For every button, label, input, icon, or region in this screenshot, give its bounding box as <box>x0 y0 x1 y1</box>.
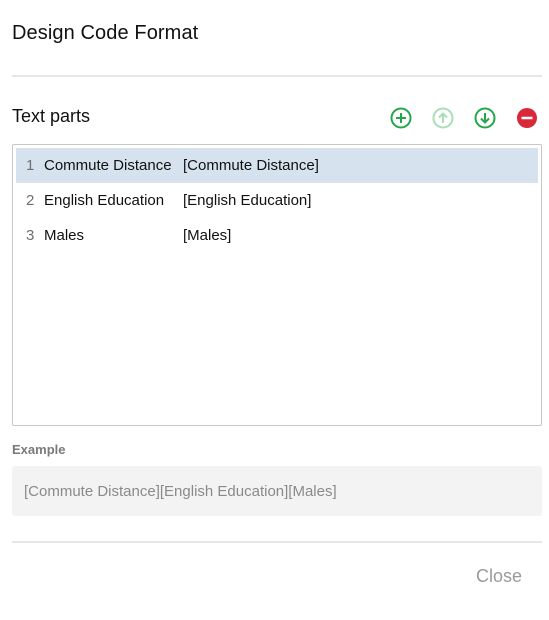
row-code: [Males] <box>183 227 232 244</box>
remove-part-button[interactable] <box>515 106 539 130</box>
add-part-button[interactable] <box>389 106 413 130</box>
text-parts-list[interactable]: 1 Commute Distance [Commute Distance] 2 … <box>12 144 542 426</box>
header-divider <box>12 75 542 77</box>
row-name: Commute Distance <box>44 157 172 174</box>
row-name: Males <box>44 227 85 244</box>
row-code: [English Education] <box>183 192 312 209</box>
row-name: English Education <box>44 192 165 209</box>
list-item[interactable]: 2 English Education [English Education] <box>16 183 538 218</box>
text-parts-toolbar <box>389 106 539 130</box>
design-code-format-dialog: Design Code Format Text parts 1 Commute … <box>0 0 549 620</box>
add-circle-icon <box>390 107 412 129</box>
text-parts-label: Text parts <box>12 106 91 126</box>
row-number: 1 <box>26 157 35 174</box>
example-preview: [Commute Distance][English Education][Ma… <box>12 466 542 516</box>
row-number: 3 <box>26 227 35 244</box>
move-down-button[interactable] <box>473 106 497 130</box>
list-item[interactable]: 3 Males [Males] <box>16 218 538 253</box>
arrow-down-circle-icon <box>474 107 496 129</box>
footer-divider <box>12 541 542 543</box>
arrow-up-circle-icon <box>432 107 454 129</box>
list-item[interactable]: 1 Commute Distance [Commute Distance] <box>16 148 538 183</box>
remove-circle-icon <box>517 108 537 128</box>
close-button[interactable]: Close <box>476 566 522 587</box>
move-up-button[interactable] <box>431 106 455 130</box>
dialog-title: Design Code Format <box>12 22 199 44</box>
row-number: 2 <box>26 192 35 209</box>
example-label: Example <box>12 442 66 457</box>
row-code: [Commute Distance] <box>183 157 319 174</box>
